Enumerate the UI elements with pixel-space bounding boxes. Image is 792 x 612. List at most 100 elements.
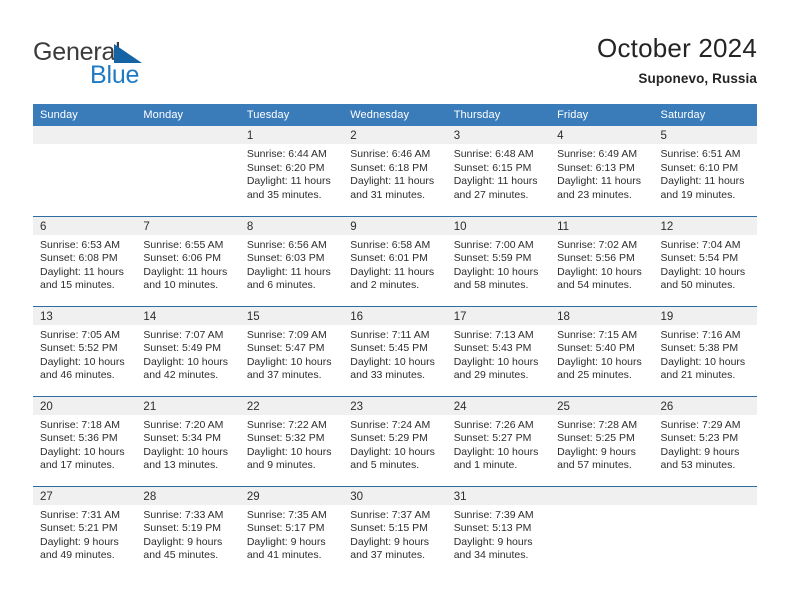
day-12: 12 Sunrise: 7:04 AM Sunset: 5:54 PM Dayligh… <box>653 216 757 306</box>
calendar-day-cell[interactable] <box>653 485 757 576</box>
weekday-header-monday: Monday <box>136 104 240 126</box>
day-detail-line: and 27 minutes. <box>453 188 529 201</box>
day-detail-line: Sunrise: 7:18 AM <box>40 418 120 431</box>
calendar-day-cell[interactable]: 8 Sunrise: 6:56 AM Sunset: 6:03 PM Daylight… <box>239 215 344 306</box>
calendar-day-cell[interactable]: 15 Sunrise: 7:09 AM Sunset: 5:47 PM Dayligh… <box>239 305 344 396</box>
day-number: 8 <box>239 216 344 235</box>
day-detail-line: and 42 minutes. <box>143 369 219 382</box>
calendar-day-cell[interactable]: 7 Sunrise: 6:55 AM Sunset: 6:06 PM Daylight… <box>136 215 240 306</box>
day-number: 9 <box>343 216 447 235</box>
day-detail-line: Sunset: 6:18 PM <box>350 161 428 174</box>
day-details: Sunrise: 7:05 AM Sunset: 5:52 PM Daylight:… <box>33 325 136 383</box>
calendar-day-cell[interactable]: 27 Sunrise: 7:31 AM Sunset: 5:21 PM Dayligh… <box>33 485 137 576</box>
calendar-week-row: 6 Sunrise: 6:53 AM Sunset: 6:08 PM Daylight… <box>33 215 757 306</box>
calendar-day-cell[interactable]: 13 Sunrise: 7:05 AM Sunset: 5:52 PM Dayligh… <box>33 305 137 396</box>
day-detail-line: Daylight: 11 hours <box>350 265 435 278</box>
calendar-day-cell[interactable]: 23 Sunrise: 7:24 AM Sunset: 5:29 PM Dayligh… <box>343 395 447 486</box>
calendar-day-cell[interactable]: 12 Sunrise: 7:04 AM Sunset: 5:54 PM Dayligh… <box>653 215 757 306</box>
weekday-header-thursday: Thursday <box>446 104 551 126</box>
day-detail-line: Sunset: 5:32 PM <box>246 432 325 445</box>
day-14: 14 Sunrise: 7:07 AM Sunset: 5:49 PM Dayligh… <box>136 306 240 396</box>
calendar-day-cell[interactable] <box>550 485 654 576</box>
day-empty <box>550 486 654 576</box>
day-3: 3 Sunrise: 6:48 AM Sunset: 6:15 PM Daylight… <box>446 126 551 215</box>
calendar-day-cell[interactable]: 10 Sunrise: 7:00 AM Sunset: 5:59 PM Dayligh… <box>446 215 551 306</box>
calendar-day-cell[interactable]: 26 Sunrise: 7:29 AM Sunset: 5:23 PM Dayligh… <box>653 395 757 486</box>
day-detail-line: Sunset: 5:13 PM <box>453 522 532 535</box>
calendar-day-cell[interactable]: 14 Sunrise: 7:07 AM Sunset: 5:49 PM Dayligh… <box>136 305 240 396</box>
calendar-day-cell[interactable]: 16 Sunrise: 7:11 AM Sunset: 5:45 PM Dayligh… <box>343 305 447 396</box>
day-detail-line: Sunset: 5:25 PM <box>557 432 635 445</box>
day-detail-line: Sunrise: 7:13 AM <box>453 328 534 341</box>
day-detail-line: Sunset: 5:29 PM <box>350 432 428 445</box>
calendar-day-cell[interactable]: 9 Sunrise: 6:58 AM Sunset: 6:01 PM Daylight… <box>343 215 447 306</box>
calendar-day-cell[interactable]: 5 Sunrise: 6:51 AM Sunset: 6:10 PM Daylight… <box>653 126 757 216</box>
day-details: Sunrise: 6:53 AM Sunset: 6:08 PM Daylight:… <box>33 235 136 293</box>
day-detail-line: Daylight: 11 hours <box>143 265 228 278</box>
day-29: 29 Sunrise: 7:35 AM Sunset: 5:17 PM Dayligh… <box>239 486 344 576</box>
calendar-day-cell[interactable]: 3 Sunrise: 6:48 AM Sunset: 6:15 PM Daylight… <box>446 126 551 216</box>
calendar-day-cell[interactable]: 31 Sunrise: 7:39 AM Sunset: 5:13 PM Dayligh… <box>446 485 551 576</box>
day-15: 15 Sunrise: 7:09 AM Sunset: 5:47 PM Dayligh… <box>239 306 344 396</box>
calendar-day-cell[interactable] <box>136 126 240 216</box>
day-detail-line: Daylight: 9 hours <box>350 535 430 548</box>
day-detail-line: Sunrise: 7:37 AM <box>350 508 431 521</box>
calendar-day-cell[interactable]: 4 Sunrise: 6:49 AM Sunset: 6:13 PM Daylight… <box>550 126 654 216</box>
day-details: Sunrise: 7:16 AM Sunset: 5:38 PM Daylight:… <box>654 325 757 383</box>
day-30: 30 Sunrise: 7:37 AM Sunset: 5:15 PM Dayligh… <box>343 486 447 576</box>
day-detail-line: Daylight: 10 hours <box>40 445 125 458</box>
day-detail-line: Sunset: 6:13 PM <box>557 161 635 174</box>
day-detail-line: Daylight: 10 hours <box>557 355 642 368</box>
calendar-day-cell[interactable]: 25 Sunrise: 7:28 AM Sunset: 5:25 PM Dayligh… <box>550 395 654 486</box>
day-19: 19 Sunrise: 7:16 AM Sunset: 5:38 PM Dayligh… <box>653 306 757 396</box>
day-detail-line: Daylight: 10 hours <box>660 265 746 278</box>
day-18: 18 Sunrise: 7:15 AM Sunset: 5:40 PM Dayligh… <box>550 306 654 396</box>
day-detail-line: Sunset: 5:49 PM <box>143 342 222 355</box>
calendar-day-cell[interactable]: 24 Sunrise: 7:26 AM Sunset: 5:27 PM Dayligh… <box>446 395 551 486</box>
calendar-day-cell[interactable]: 18 Sunrise: 7:15 AM Sunset: 5:40 PM Dayligh… <box>550 305 654 396</box>
day-details: Sunrise: 6:44 AM Sunset: 6:20 PM Daylight:… <box>240 144 343 202</box>
calendar-day-cell[interactable]: 28 Sunrise: 7:33 AM Sunset: 5:19 PM Dayligh… <box>136 485 240 576</box>
day-number: 24 <box>446 396 551 415</box>
calendar-day-cell[interactable]: 20 Sunrise: 7:18 AM Sunset: 5:36 PM Dayligh… <box>33 395 137 486</box>
day-number: 31 <box>446 486 551 505</box>
day-detail-line: Sunrise: 7:16 AM <box>660 328 741 341</box>
day-detail-line: Sunset: 5:27 PM <box>453 432 532 445</box>
day-4: 4 Sunrise: 6:49 AM Sunset: 6:13 PM Daylight… <box>550 126 654 215</box>
calendar-day-cell[interactable]: 6 Sunrise: 6:53 AM Sunset: 6:08 PM Daylight… <box>33 215 137 306</box>
calendar-day-cell[interactable]: 30 Sunrise: 7:37 AM Sunset: 5:15 PM Dayligh… <box>343 485 447 576</box>
day-detail-line: Sunrise: 6:53 AM <box>40 238 120 251</box>
day-details: Sunrise: 7:07 AM Sunset: 5:49 PM Daylight:… <box>136 325 239 383</box>
day-11: 11 Sunrise: 7:02 AM Sunset: 5:56 PM Dayligh… <box>550 216 654 306</box>
day-details: Sunrise: 7:00 AM Sunset: 5:59 PM Daylight:… <box>447 235 550 293</box>
calendar-day-cell[interactable]: 22 Sunrise: 7:22 AM Sunset: 5:32 PM Dayligh… <box>239 395 344 486</box>
day-detail-line: Sunrise: 7:33 AM <box>143 508 224 521</box>
day-detail-line: Daylight: 9 hours <box>453 535 533 548</box>
day-number: 12 <box>653 216 757 235</box>
calendar-day-cell[interactable]: 11 Sunrise: 7:02 AM Sunset: 5:56 PM Dayligh… <box>550 215 654 306</box>
day-details: Sunrise: 6:58 AM Sunset: 6:01 PM Daylight:… <box>343 235 446 293</box>
weekday-header-wednesday: Wednesday <box>343 104 447 126</box>
day-1: 1 Sunrise: 6:44 AM Sunset: 6:20 PM Daylight… <box>239 126 344 215</box>
day-5: 5 Sunrise: 6:51 AM Sunset: 6:10 PM Daylight… <box>653 126 757 215</box>
day-detail-line: Sunrise: 7:02 AM <box>557 238 638 251</box>
day-detail-line: and 13 minutes. <box>143 459 219 472</box>
calendar-day-cell[interactable]: 1 Sunrise: 6:44 AM Sunset: 6:20 PM Daylight… <box>239 126 344 216</box>
day-number: 7 <box>136 216 240 235</box>
calendar-day-cell[interactable] <box>33 126 137 216</box>
day-detail-line: Daylight: 9 hours <box>660 445 740 458</box>
day-detail-line: Sunset: 5:45 PM <box>350 342 428 355</box>
day-detail-line: Daylight: 10 hours <box>40 355 125 368</box>
day-detail-line: Sunrise: 6:51 AM <box>660 148 741 160</box>
day-detail-line: Sunrise: 7:00 AM <box>453 238 534 251</box>
calendar-day-cell[interactable]: 21 Sunrise: 7:20 AM Sunset: 5:34 PM Dayligh… <box>136 395 240 486</box>
calendar-day-cell[interactable]: 29 Sunrise: 7:35 AM Sunset: 5:17 PM Dayligh… <box>239 485 344 576</box>
day-detail-line: Sunset: 5:56 PM <box>557 252 635 265</box>
day-2: 2 Sunrise: 6:46 AM Sunset: 6:18 PM Daylight… <box>343 126 447 215</box>
day-empty <box>136 126 240 215</box>
calendar-day-cell[interactable]: 19 Sunrise: 7:16 AM Sunset: 5:38 PM Dayligh… <box>653 305 757 396</box>
calendar-week-row: 20 Sunrise: 7:18 AM Sunset: 5:36 PM Dayligh… <box>33 395 757 486</box>
calendar-day-cell[interactable]: 2 Sunrise: 6:46 AM Sunset: 6:18 PM Daylight… <box>343 126 447 216</box>
calendar-day-cell[interactable]: 17 Sunrise: 7:13 AM Sunset: 5:43 PM Dayligh… <box>446 305 551 396</box>
day-details <box>654 505 757 509</box>
